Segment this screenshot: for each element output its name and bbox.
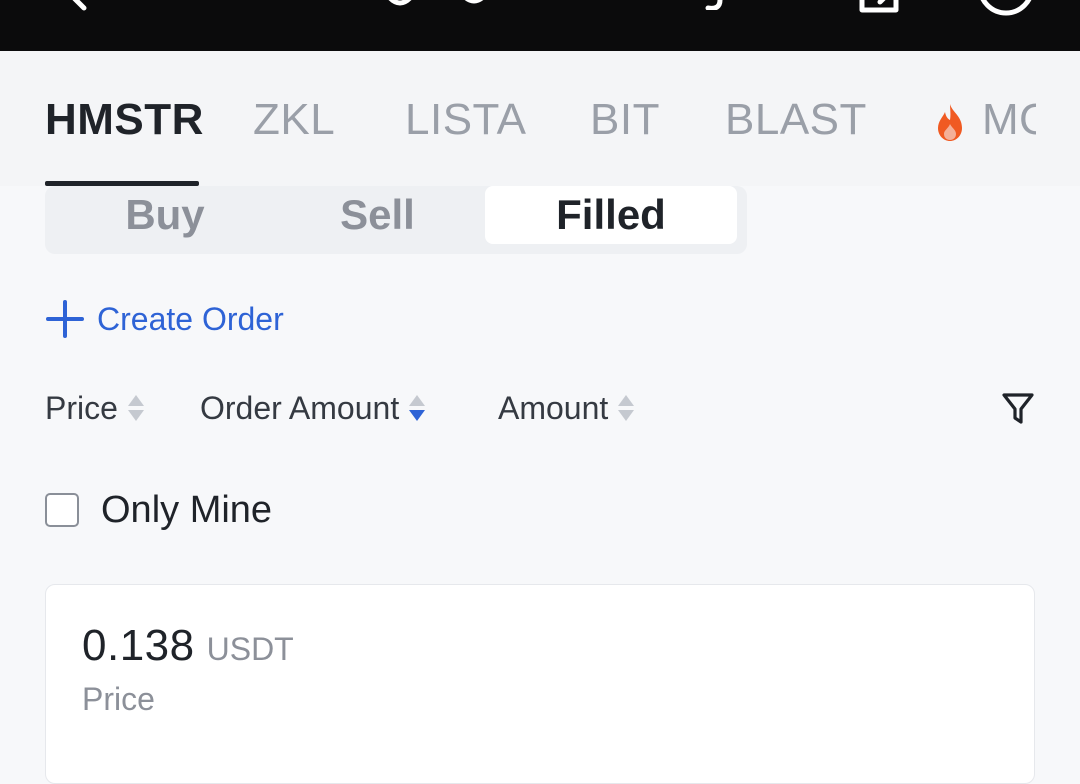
sort-amount[interactable]: Amount: [498, 385, 636, 431]
tab-mo[interactable]: MO: [934, 95, 1036, 151]
only-mine-toggle[interactable]: Only Mine: [45, 487, 272, 533]
plus-icon: [46, 300, 84, 338]
price-value: 0.138: [82, 621, 195, 670]
create-order-label: Create Order: [97, 300, 284, 337]
price-row: 0.138 USDT: [82, 621, 294, 671]
only-mine-label: Only Mine: [101, 488, 273, 531]
tab-zkl[interactable]: ZKL: [253, 95, 335, 145]
tab-hmstr[interactable]: HMSTR: [45, 95, 204, 145]
sort-arrows-icon: [127, 395, 144, 421]
price-unit: USDT: [206, 631, 294, 667]
sort-row: Price Order Amount Amount: [45, 385, 1035, 431]
title-text-fragment: [388, 0, 723, 10]
tab-lista[interactable]: LISTA: [405, 95, 527, 145]
sort-arrows-icon: [409, 395, 426, 421]
order-type-segment: Buy Sell Filled: [45, 186, 747, 254]
fire-icon: [938, 104, 962, 141]
sort-order-amount[interactable]: Order Amount: [200, 385, 427, 431]
sort-price-label: Price: [45, 389, 118, 426]
only-mine-checkbox[interactable]: [45, 493, 79, 527]
sort-price[interactable]: Price: [45, 385, 146, 431]
segment-sell[interactable]: Sell: [270, 186, 485, 244]
segment-filled[interactable]: Filled: [485, 186, 737, 244]
segment-buy[interactable]: Buy: [45, 186, 285, 244]
sort-arrows-icon: [618, 395, 635, 421]
tab-mo-label: MO: [982, 95, 1036, 144]
filter-icon[interactable]: [1001, 391, 1035, 425]
sort-amount-label: Amount: [498, 389, 609, 426]
tab-bit[interactable]: BIT: [590, 95, 660, 145]
ticker-tabs: HMSTR ZKL LISTA BIT BLAST MO: [0, 51, 1080, 186]
sort-order-amount-label: Order Amount: [200, 389, 400, 426]
order-card[interactable]: 0.138 USDT Price: [45, 584, 1035, 784]
create-order-button[interactable]: Create Order: [45, 298, 284, 340]
tab-blast[interactable]: BLAST: [725, 95, 867, 145]
top-bar: [0, 0, 1080, 51]
edit-icon[interactable]: [856, 0, 908, 16]
chevron-left-icon[interactable]: [58, 0, 98, 18]
clock-icon[interactable]: [975, 0, 1037, 18]
price-label: Price: [82, 681, 155, 717]
